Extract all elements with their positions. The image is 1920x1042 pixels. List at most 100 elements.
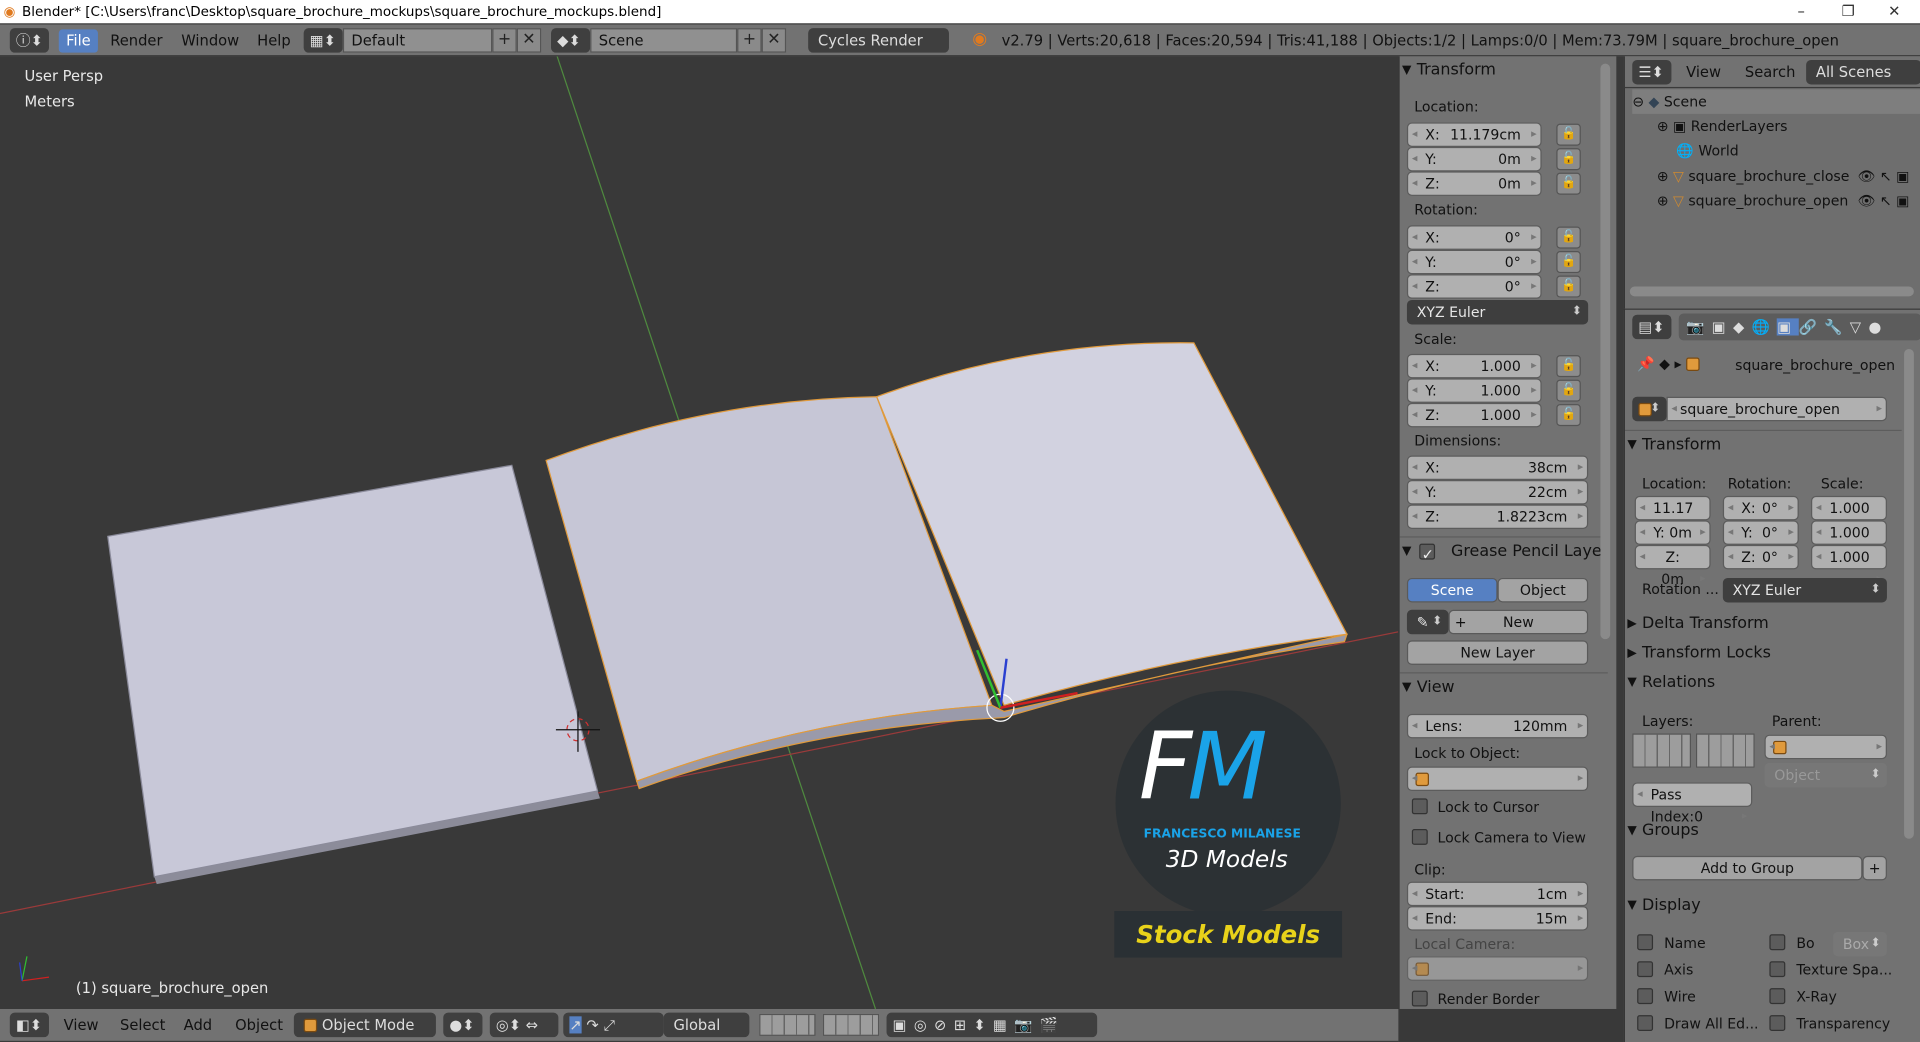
lock-icon[interactable]: 🔓 bbox=[1556, 172, 1581, 195]
dimensions-z-field[interactable]: Z:1.8223cm bbox=[1406, 504, 1589, 529]
outliner-menu-view[interactable]: View bbox=[1679, 61, 1729, 84]
local-camera-field[interactable] bbox=[1406, 956, 1589, 981]
scale-x-field[interactable]: X:1.000 bbox=[1406, 353, 1542, 379]
lock-icon[interactable]: 🔓 bbox=[1556, 226, 1581, 249]
layer-buttons-1[interactable] bbox=[759, 1013, 816, 1036]
outliner-item-world[interactable]: 🌐 World bbox=[1676, 138, 1738, 162]
properties-scrollbar[interactable] bbox=[1904, 348, 1914, 839]
visibility-eye-icon[interactable]: 👁 ↖ ▣ bbox=[1858, 189, 1910, 213]
menu-render[interactable]: Render bbox=[103, 29, 170, 52]
visibility-eye-icon[interactable]: 👁 ↖ ▣ bbox=[1858, 164, 1910, 188]
outliner-item-scene[interactable]: ⊖ ◆ Scene bbox=[1632, 89, 1920, 114]
menu-window[interactable]: Window bbox=[174, 29, 247, 52]
lock-icon[interactable]: 🔓 bbox=[1556, 379, 1581, 402]
lock-icon[interactable]: 🔓 bbox=[1556, 251, 1581, 274]
new-layer-button[interactable]: New Layer bbox=[1406, 640, 1589, 665]
display-checkbox[interactable] bbox=[1637, 961, 1654, 978]
menu-file[interactable]: File bbox=[58, 29, 99, 53]
location-x-field[interactable]: X:11.179cm bbox=[1406, 122, 1542, 147]
object-location-field[interactable]: 11.17 bbox=[1634, 495, 1711, 541]
dimensions-y-field[interactable]: Y:22cm bbox=[1406, 480, 1589, 505]
scale-z-field[interactable]: Z:1.000 bbox=[1406, 402, 1542, 428]
outliner-scrollbar[interactable] bbox=[1629, 286, 1914, 297]
properties-context-tabs[interactable]: 📷▣◆🌐▣🔗🔧▽● bbox=[1678, 313, 1920, 341]
layers-grid-left[interactable] bbox=[1632, 733, 1692, 768]
parent-type-dropdown[interactable]: Object bbox=[1764, 762, 1887, 788]
object-rotation-field[interactable]: Y:0° bbox=[1722, 520, 1799, 545]
render-engine-dropdown[interactable]: Cycles Render bbox=[808, 28, 949, 53]
display-checkbox[interactable] bbox=[1637, 988, 1654, 1005]
layout-icon[interactable]: ▦⬍ bbox=[303, 28, 343, 53]
object-name-field[interactable]: square_brochure_open bbox=[1666, 396, 1887, 422]
close-button[interactable]: ✕ bbox=[1888, 0, 1900, 23]
outliner-item-brochure-close[interactable]: ⊕ ▽ square_brochure_close bbox=[1657, 164, 1885, 188]
minimize-button[interactable]: – bbox=[1798, 0, 1805, 23]
object-scale-field[interactable]: 1.000 bbox=[1811, 544, 1887, 590]
outliner-item-renderlayers[interactable]: ⊕ ▣ RenderLayers bbox=[1657, 114, 1788, 138]
dimensions-x-field[interactable]: X:38cm bbox=[1406, 455, 1589, 481]
location-z-field[interactable]: Z:0m bbox=[1406, 171, 1542, 196]
object-type-icon[interactable] bbox=[1632, 396, 1667, 422]
lock-icon[interactable]: 🔓 bbox=[1556, 404, 1581, 427]
rotation-x-field[interactable]: X:0° bbox=[1406, 225, 1542, 250]
layer-buttons-2[interactable] bbox=[822, 1013, 880, 1036]
lock-object-field[interactable] bbox=[1406, 766, 1589, 792]
object-transform-header[interactable]: ▼ Transform bbox=[1625, 432, 1920, 459]
rotation-mode-dropdown[interactable]: XYZ Euler bbox=[1406, 300, 1589, 325]
outliner-item-brochure-open[interactable]: ⊕ ▽ square_brochure_open bbox=[1657, 189, 1885, 213]
clip-start-field[interactable]: Start:1cm bbox=[1406, 881, 1589, 907]
object-rotation-field[interactable]: Z:0° bbox=[1722, 544, 1799, 570]
new-grease-pencil-button[interactable]: + New bbox=[1448, 609, 1589, 635]
view-panel-header[interactable]: ▼ View bbox=[1400, 675, 1617, 702]
scene-field[interactable]: Scene bbox=[590, 28, 738, 53]
display-checkbox[interactable] bbox=[1769, 1015, 1786, 1032]
lock-icon[interactable]: 🔓 bbox=[1556, 355, 1581, 378]
editor-type-info-button[interactable]: ⓘ⬍ bbox=[9, 28, 49, 53]
add-group-icon[interactable]: + bbox=[1862, 855, 1887, 881]
delta-transform-header[interactable]: ▶ Delta Transform bbox=[1625, 611, 1920, 638]
editor-type-properties-icon[interactable]: ▤⬍ bbox=[1632, 314, 1672, 340]
rotation-z-field[interactable]: Z:0° bbox=[1406, 274, 1542, 299]
transform-locks-header[interactable]: ▶ Transform Locks bbox=[1625, 640, 1920, 667]
maximize-button[interactable]: ❐ bbox=[1842, 0, 1855, 23]
viewbar-menu-add[interactable]: Add bbox=[176, 1014, 219, 1037]
layers-grid-right[interactable] bbox=[1695, 733, 1755, 768]
shelf-scrollbar[interactable] bbox=[1600, 63, 1611, 640]
scene-icon[interactable]: ◆⬍ bbox=[551, 28, 591, 53]
display-checkbox[interactable] bbox=[1637, 934, 1654, 951]
lock-icon[interactable]: 🔓 bbox=[1556, 148, 1581, 171]
pencil-icon[interactable]: ✎ bbox=[1406, 609, 1449, 635]
render-border-checkbox[interactable] bbox=[1411, 990, 1428, 1007]
menu-help[interactable]: Help bbox=[250, 29, 298, 52]
grease-pencil-panel-header[interactable]: ▼Grease Pencil Layer bbox=[1400, 539, 1617, 568]
tab-scene[interactable]: Scene bbox=[1406, 577, 1498, 603]
orientation-dropdown[interactable]: Global bbox=[663, 1012, 750, 1038]
viewbar-menu-view[interactable]: View bbox=[56, 1014, 106, 1037]
rotation-y-field[interactable]: Y:0° bbox=[1406, 249, 1542, 275]
location-y-field[interactable]: Y:0m bbox=[1406, 146, 1542, 172]
display-checkbox[interactable] bbox=[1637, 1015, 1654, 1032]
outliner-menu-search[interactable]: Search bbox=[1738, 61, 1803, 84]
grease-pencil-checkbox[interactable] bbox=[1419, 541, 1436, 568]
display-checkbox[interactable] bbox=[1769, 934, 1786, 951]
object-rotation-mode-dropdown[interactable]: XYZ Euler bbox=[1722, 577, 1887, 603]
pass-index-field[interactable]: Pass Index:0 bbox=[1632, 782, 1753, 828]
add-layout-icon[interactable]: + bbox=[492, 28, 517, 53]
lock-icon[interactable]: 🔓 bbox=[1556, 123, 1581, 146]
lock-camera-checkbox[interactable] bbox=[1411, 828, 1428, 845]
lock-icon[interactable]: 🔓 bbox=[1556, 275, 1581, 298]
groups-header[interactable]: ▼ Groups bbox=[1625, 818, 1920, 845]
lens-field[interactable]: Lens:120mm bbox=[1406, 713, 1589, 739]
add-scene-icon[interactable]: + bbox=[737, 28, 762, 53]
scale-y-field[interactable]: Y:1.000 bbox=[1406, 378, 1542, 403]
remove-scene-icon[interactable]: ✕ bbox=[761, 28, 787, 53]
pin-icon[interactable]: 📌 ◆ ▸ bbox=[1637, 355, 1700, 372]
object-scale-field[interactable]: 1.000 bbox=[1811, 520, 1887, 566]
object-location-field[interactable]: Y: 0m bbox=[1634, 520, 1711, 545]
remove-layout-icon[interactable]: ✕ bbox=[516, 28, 542, 53]
mode-dropdown[interactable]: Object Mode bbox=[293, 1012, 436, 1038]
parent-field[interactable] bbox=[1764, 734, 1887, 760]
display-checkbox[interactable] bbox=[1769, 988, 1786, 1005]
object-scale-field[interactable]: 1.000 bbox=[1811, 495, 1887, 541]
outliner-filter-dropdown[interactable]: All Scenes bbox=[1806, 60, 1920, 85]
